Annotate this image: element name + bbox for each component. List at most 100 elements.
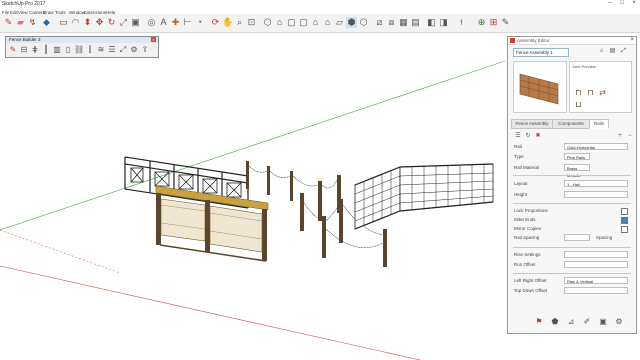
- eraser-icon[interactable]: ▰: [15, 17, 26, 28]
- top-view-icon[interactable]: ⌂: [274, 17, 285, 28]
- move-icon[interactable]: ✥: [94, 17, 105, 28]
- field-top-down-offset: Top Down Offset: [512, 287, 632, 295]
- wireframe-icon[interactable]: ⬡: [358, 17, 369, 28]
- offset-icon[interactable]: ▣: [130, 17, 141, 28]
- refresh-icon[interactable]: ↻: [524, 132, 532, 140]
- rise-settings-input[interactable]: [564, 251, 628, 258]
- joint-left-icon[interactable]: ⊓: [574, 88, 583, 97]
- iso-view-icon[interactable]: ⬡: [262, 17, 273, 28]
- rail-icon[interactable]: ⊟: [19, 45, 29, 55]
- left-right-offset-input[interactable]: Rise & Vertical: [564, 277, 628, 284]
- component-icon[interactable]: ▣: [598, 317, 608, 327]
- rail-material-select[interactable]: Brass Metallic: [564, 164, 590, 178]
- dimension-icon[interactable]: ⊢: [182, 17, 193, 28]
- settings-icon[interactable]: ⚙: [614, 317, 624, 327]
- top-down-offset-input[interactable]: [564, 287, 628, 294]
- layer-icon[interactable]: ☰: [107, 45, 117, 55]
- remove-icon[interactable]: −: [626, 132, 634, 140]
- axes-icon[interactable]: ✚: [170, 17, 181, 28]
- shaded-icon[interactable]: ⧈: [386, 17, 397, 28]
- miter-ends-checkbox[interactable]: [621, 217, 628, 224]
- select-icon[interactable]: ⚑: [534, 317, 544, 327]
- field-height: Height: [512, 191, 632, 199]
- pencil-icon[interactable]: ✎: [8, 45, 18, 55]
- panel-icon[interactable]: ▥: [52, 45, 62, 55]
- field-layout-label: Layout: [514, 181, 528, 186]
- joint-right-icon[interactable]: ⊓: [586, 88, 595, 97]
- mirror-copies-checkbox[interactable]: [621, 226, 628, 233]
- chain-icon[interactable]: ⛓: [74, 45, 84, 55]
- close-icon[interactable]: ×: [628, 0, 640, 8]
- layout-select[interactable]: 1 - Hall: [564, 180, 628, 187]
- tab-fence-assembly[interactable]: Fence Assembly: [511, 119, 553, 129]
- minimize-icon[interactable]: –: [604, 0, 616, 8]
- picket-icon[interactable]: ⫿: [85, 45, 95, 55]
- scale-icon[interactable]: ⤢: [118, 17, 129, 28]
- delete-icon[interactable]: ✖: [534, 132, 542, 140]
- export-icon[interactable]: ⇪: [140, 45, 150, 55]
- xray-icon[interactable]: ⬢: [346, 17, 357, 28]
- post-icon[interactable]: ┃: [41, 45, 51, 55]
- add-icon[interactable]: +: [616, 132, 624, 140]
- extension-warehouse-icon[interactable]: ⊞: [488, 17, 499, 28]
- lasso-icon[interactable]: ↯: [27, 17, 38, 28]
- rail-spacing-input[interactable]: [564, 234, 590, 241]
- section-display-icon[interactable]: ◨: [438, 17, 449, 28]
- fence-icon[interactable]: ⋕: [30, 45, 40, 55]
- joint-preview-label: Joint Preview: [572, 64, 596, 69]
- rotate-icon[interactable]: ↻: [106, 17, 117, 28]
- paint-icon[interactable]: ⬟: [550, 317, 560, 327]
- shaded-textures-icon[interactable]: ▦: [398, 17, 409, 28]
- picker-icon[interactable]: ✐: [582, 317, 592, 327]
- arc-icon[interactable]: ◠: [70, 17, 81, 28]
- zoom-extents-icon[interactable]: ⊡: [246, 17, 257, 28]
- save-icon[interactable]: ▤: [609, 48, 616, 55]
- component-name-field[interactable]: Fence Assembly 1: [513, 48, 569, 57]
- pan-icon[interactable]: ✋: [222, 17, 233, 28]
- protractor-icon[interactable]: ◔: [194, 17, 205, 28]
- bottom-view-icon[interactable]: ▱: [334, 17, 345, 28]
- joint-up-icon[interactable]: ⊔: [574, 100, 583, 109]
- expand-icon[interactable]: ⤢: [620, 48, 627, 55]
- hidden-line-icon[interactable]: ⧄: [374, 17, 385, 28]
- close-icon[interactable]: ×: [630, 37, 634, 43]
- lock-proportions-checkbox[interactable]: [621, 208, 628, 215]
- extension-manager-icon[interactable]: ✎: [500, 17, 511, 28]
- type-select[interactable]: Pine Rails: [564, 153, 590, 160]
- floating-toolbar-header[interactable]: Fence Builder 3 ×: [6, 37, 158, 43]
- settings-icon[interactable]: ⚙: [129, 45, 139, 55]
- measure-icon[interactable]: ⊿: [566, 317, 576, 327]
- paint-bucket-icon[interactable]: ◆: [41, 17, 52, 28]
- warehouse-icon[interactable]: ⊕: [476, 17, 487, 28]
- list-icon[interactable]: ☰: [514, 132, 522, 140]
- wire-icon[interactable]: ≋: [96, 45, 106, 55]
- tab-rails[interactable]: Rails: [589, 119, 609, 129]
- orbit-icon[interactable]: ⟳: [210, 17, 221, 28]
- zoom-icon[interactable]: ⌕: [234, 17, 245, 28]
- toggle-miter-ends-label: Miter Ends: [514, 217, 536, 222]
- section-cut-icon[interactable]: ⟊: [456, 17, 467, 28]
- maximize-icon[interactable]: □: [616, 0, 628, 8]
- text-icon[interactable]: A: [158, 17, 169, 28]
- section-plane-icon[interactable]: ◧: [426, 17, 437, 28]
- rectangle-icon[interactable]: ▭: [58, 17, 69, 28]
- close-icon[interactable]: ×: [151, 37, 156, 42]
- joint-swap-icon[interactable]: ⇄: [598, 88, 607, 97]
- run-offset-input[interactable]: [564, 261, 628, 268]
- push-pull-icon[interactable]: ⬍: [82, 17, 93, 28]
- pencil-icon[interactable]: ✎: [3, 17, 14, 28]
- scale-icon[interactable]: ⤢: [118, 45, 128, 55]
- tab-components[interactable]: Components: [552, 119, 590, 129]
- rail-select[interactable]: Gold-Horizontal: [564, 143, 628, 150]
- panel-header[interactable]: Assembly Editor ×: [508, 37, 636, 45]
- height-input[interactable]: [564, 191, 628, 198]
- top-down-offset-label: Top Down Offset: [514, 288, 548, 293]
- left-view-icon[interactable]: ⌂: [322, 17, 333, 28]
- right-view-icon[interactable]: ▢: [298, 17, 309, 28]
- gate-icon[interactable]: ▯: [63, 45, 73, 55]
- home-icon[interactable]: ⌂: [598, 48, 605, 55]
- tape-measure-icon[interactable]: ◎: [146, 17, 157, 28]
- front-view-icon[interactable]: ▢: [286, 17, 297, 28]
- monochrome-icon[interactable]: ▤: [410, 17, 421, 28]
- back-view-icon[interactable]: ⌂: [310, 17, 321, 28]
